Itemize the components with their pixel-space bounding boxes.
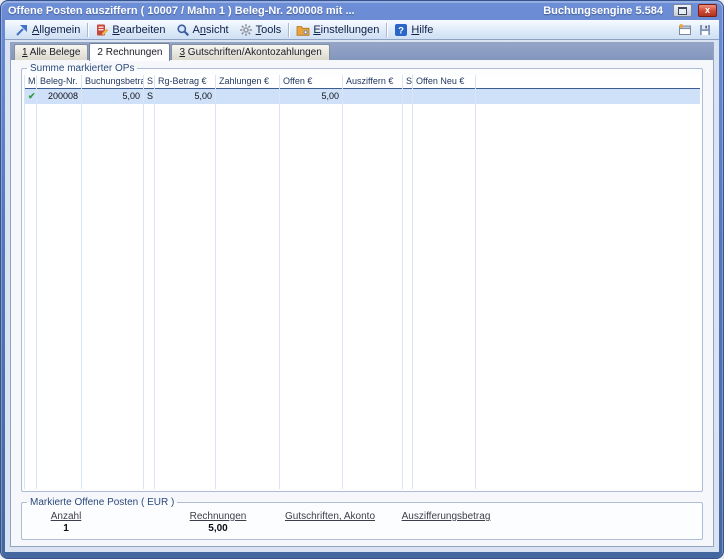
column-header[interactable]: Offen €: [280, 75, 342, 89]
menu-einstellungen[interactable]: Einstellungen: [291, 23, 384, 37]
column-header[interactable]: S: [403, 75, 412, 89]
column-ausziffern: Ausziffern €: [343, 75, 403, 489]
column-filler: [476, 75, 700, 489]
tab-alle-belege[interactable]: 1 Alle Belege: [14, 44, 88, 60]
column-beleg-nr: Beleg-Nr. 200008: [37, 75, 82, 489]
menu-allgemein[interactable]: Allgemein: [10, 23, 85, 37]
column-offen-neu: Offen Neu €: [413, 75, 476, 489]
cell-s1[interactable]: S: [144, 89, 154, 104]
gear-icon: [239, 23, 253, 37]
column-header[interactable]: M: [25, 75, 36, 89]
group-title: Markierte Offene Posten ( EUR ): [27, 497, 177, 508]
column-header[interactable]: Zahlungen €: [216, 75, 279, 89]
column-zahlungen: Zahlungen €: [216, 75, 280, 489]
tab-strip: 1 Alle Belege 2 Rechnungen 3 Gutschrifte…: [11, 43, 713, 60]
column-s1: S S: [144, 75, 155, 489]
app-window: Offene Posten ausziffern ( 10007 / Mahn …: [0, 0, 724, 559]
column-buchungsbetrag: Buchungsbetrag € 5,00: [82, 75, 144, 489]
menu-bearbeiten[interactable]: Bearbeiten: [90, 23, 170, 37]
stat-label: Auszifferungsbetrag: [402, 511, 491, 522]
stat-anzahl: Anzahl 1: [51, 511, 82, 535]
column-header: [476, 75, 700, 89]
arrow-up-right-icon: [15, 23, 29, 37]
cell-ausziffern[interactable]: [343, 89, 402, 104]
close-button[interactable]: x: [698, 4, 717, 17]
cell-filler[interactable]: [476, 89, 700, 104]
cell-beleg-nr[interactable]: 200008: [37, 89, 81, 104]
toolbar-separator: [288, 23, 289, 37]
toolbar-separator: [87, 23, 88, 37]
column-offen: Offen € 5,00: [280, 75, 343, 489]
magnifier-icon: [176, 23, 190, 37]
stat-label: Rechnungen: [190, 511, 247, 522]
cell-s2[interactable]: [403, 89, 412, 104]
titlebar: Offene Posten ausziffern ( 10007 / Mahn …: [0, 0, 724, 20]
restore-button[interactable]: [673, 4, 692, 17]
tab-rechnungen[interactable]: 2 Rechnungen: [89, 43, 170, 61]
stat-value: 5,00: [190, 523, 247, 535]
column-s2: S: [403, 75, 413, 489]
close-icon: x: [705, 6, 710, 15]
new-window-icon[interactable]: [678, 23, 692, 37]
cell-zahlungen[interactable]: [216, 89, 279, 104]
group-markierte-offene-posten: Markierte Offene Posten ( EUR ) Anzahl 1…: [21, 497, 703, 540]
window-body: Allgemein Bearbeiten Ansicht Tools Einst…: [5, 20, 719, 552]
stat-label: Anzahl: [51, 511, 82, 522]
stat-value: [285, 523, 375, 535]
toolbar: Allgemein Bearbeiten Ansicht Tools Einst…: [5, 20, 719, 40]
group-title: Summe markierter OPs: [27, 63, 137, 74]
stat-gutschriften-akonto: Gutschriften, Akonto: [285, 511, 375, 535]
cell-offen-neu[interactable]: [413, 89, 475, 104]
op-table: M ✔ Beleg-Nr. 200008 Buchungsbetrag € 5,…: [24, 75, 700, 489]
group-summe-markierter-ops: Summe markierter OPs M ✔ Beleg-Nr. 20000…: [21, 63, 703, 492]
cell-buchungsbetrag[interactable]: 5,00: [82, 89, 143, 104]
menu-ansicht[interactable]: Ansicht: [171, 23, 234, 37]
column-header[interactable]: S: [144, 75, 154, 89]
column-rg-betrag: Rg-Betrag € 5,00: [155, 75, 216, 489]
cell-offen[interactable]: 5,00: [280, 89, 342, 104]
restore-icon: [678, 7, 687, 15]
stat-value: 1: [51, 523, 82, 535]
workspace: 1 Alle Belege 2 Rechnungen 3 Gutschrifte…: [10, 42, 714, 547]
stat-auszifferungsbetrag: Auszifferungsbetrag: [402, 511, 491, 535]
column-header[interactable]: Rg-Betrag €: [155, 75, 215, 89]
edit-book-icon: [95, 23, 109, 37]
column-header[interactable]: Ausziffern €: [343, 75, 402, 89]
column-header[interactable]: Offen Neu €: [413, 75, 475, 89]
save-icon[interactable]: [698, 23, 712, 37]
toolbar-separator: [386, 23, 387, 37]
tab-gutschriften[interactable]: 3 Gutschriften/Akontozahlungen: [171, 44, 329, 60]
settings-folder-icon: [296, 23, 310, 37]
help-icon: ?: [394, 23, 408, 37]
column-header[interactable]: Buchungsbetrag €: [82, 75, 143, 89]
window-title: Offene Posten ausziffern ( 10007 / Mahn …: [8, 5, 537, 17]
stat-rechnungen: Rechnungen 5,00: [190, 511, 247, 535]
column-m: M ✔: [25, 75, 37, 489]
stat-value: [402, 523, 491, 535]
column-header[interactable]: Beleg-Nr.: [37, 75, 81, 89]
cell-rg-betrag[interactable]: 5,00: [155, 89, 215, 104]
engine-version-label: Buchungsengine 5.584: [543, 5, 663, 17]
tab-panel: Summe markierter OPs M ✔ Beleg-Nr. 20000…: [11, 60, 713, 546]
checkmark-icon[interactable]: ✔: [25, 89, 36, 104]
stat-label: Gutschriften, Akonto: [285, 511, 375, 522]
svg-text:?: ?: [398, 25, 404, 36]
menu-hilfe[interactable]: ? Hilfe: [389, 23, 438, 37]
menu-tools[interactable]: Tools: [234, 23, 287, 37]
